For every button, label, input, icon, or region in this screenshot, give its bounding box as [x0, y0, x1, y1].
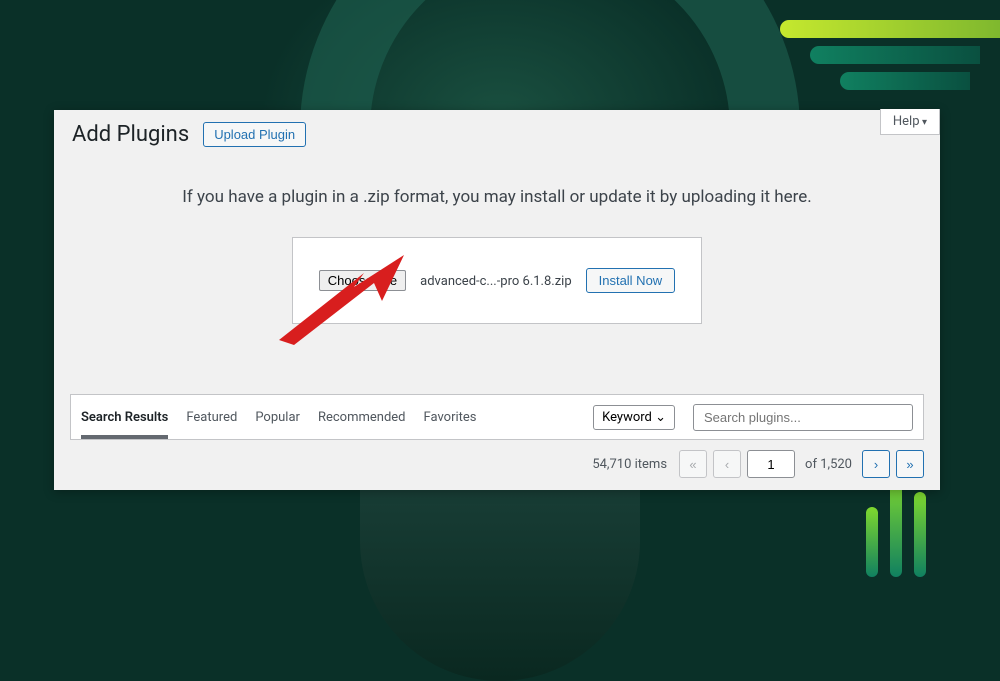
upload-section: If you have a plugin in a .zip format, y… — [54, 147, 940, 344]
page-title: Add Plugins — [72, 122, 189, 147]
tab-search-results[interactable]: Search Results — [81, 396, 168, 439]
pagination-page-input[interactable] — [747, 450, 795, 478]
filter-bar: Search Results Featured Popular Recommen… — [70, 394, 924, 440]
install-now-button[interactable]: Install Now — [586, 268, 676, 293]
items-count: 54,710 items — [592, 457, 667, 472]
choose-file-button[interactable]: Choose File — [319, 270, 406, 291]
bg-shield — [360, 461, 640, 681]
panel-header: Add Plugins Upload Plugin — [54, 110, 940, 147]
help-tab[interactable]: Help — [880, 109, 940, 135]
pagination-next-button[interactable]: › — [862, 450, 890, 478]
search-plugins-input[interactable] — [693, 404, 913, 431]
bg-stripes-bottom-right — [862, 477, 930, 581]
pagination-of-label: of 1,520 — [805, 457, 852, 472]
pagination-prev-button[interactable]: ‹ — [713, 450, 741, 478]
tab-popular[interactable]: Popular — [255, 396, 300, 439]
tab-recommended[interactable]: Recommended — [318, 396, 406, 439]
selected-file-name: advanced-c...-pro 6.1.8.zip — [420, 274, 572, 289]
pagination-last-button[interactable]: » — [896, 450, 924, 478]
upload-plugin-button[interactable]: Upload Plugin — [203, 122, 306, 147]
add-plugins-panel: Help Add Plugins Upload Plugin If you ha… — [54, 110, 940, 490]
bg-stripes-top-right — [780, 20, 1000, 98]
search-filter-select[interactable]: Keyword — [593, 405, 675, 430]
pagination-bar: 54,710 items « ‹ of 1,520 › » — [54, 440, 940, 490]
upload-description: If you have a plugin in a .zip format, y… — [74, 187, 920, 207]
tab-favorites[interactable]: Favorites — [424, 396, 477, 439]
pagination-first-button[interactable]: « — [679, 450, 707, 478]
upload-box: Choose File advanced-c...-pro 6.1.8.zip … — [292, 237, 702, 324]
tab-featured[interactable]: Featured — [186, 396, 237, 439]
